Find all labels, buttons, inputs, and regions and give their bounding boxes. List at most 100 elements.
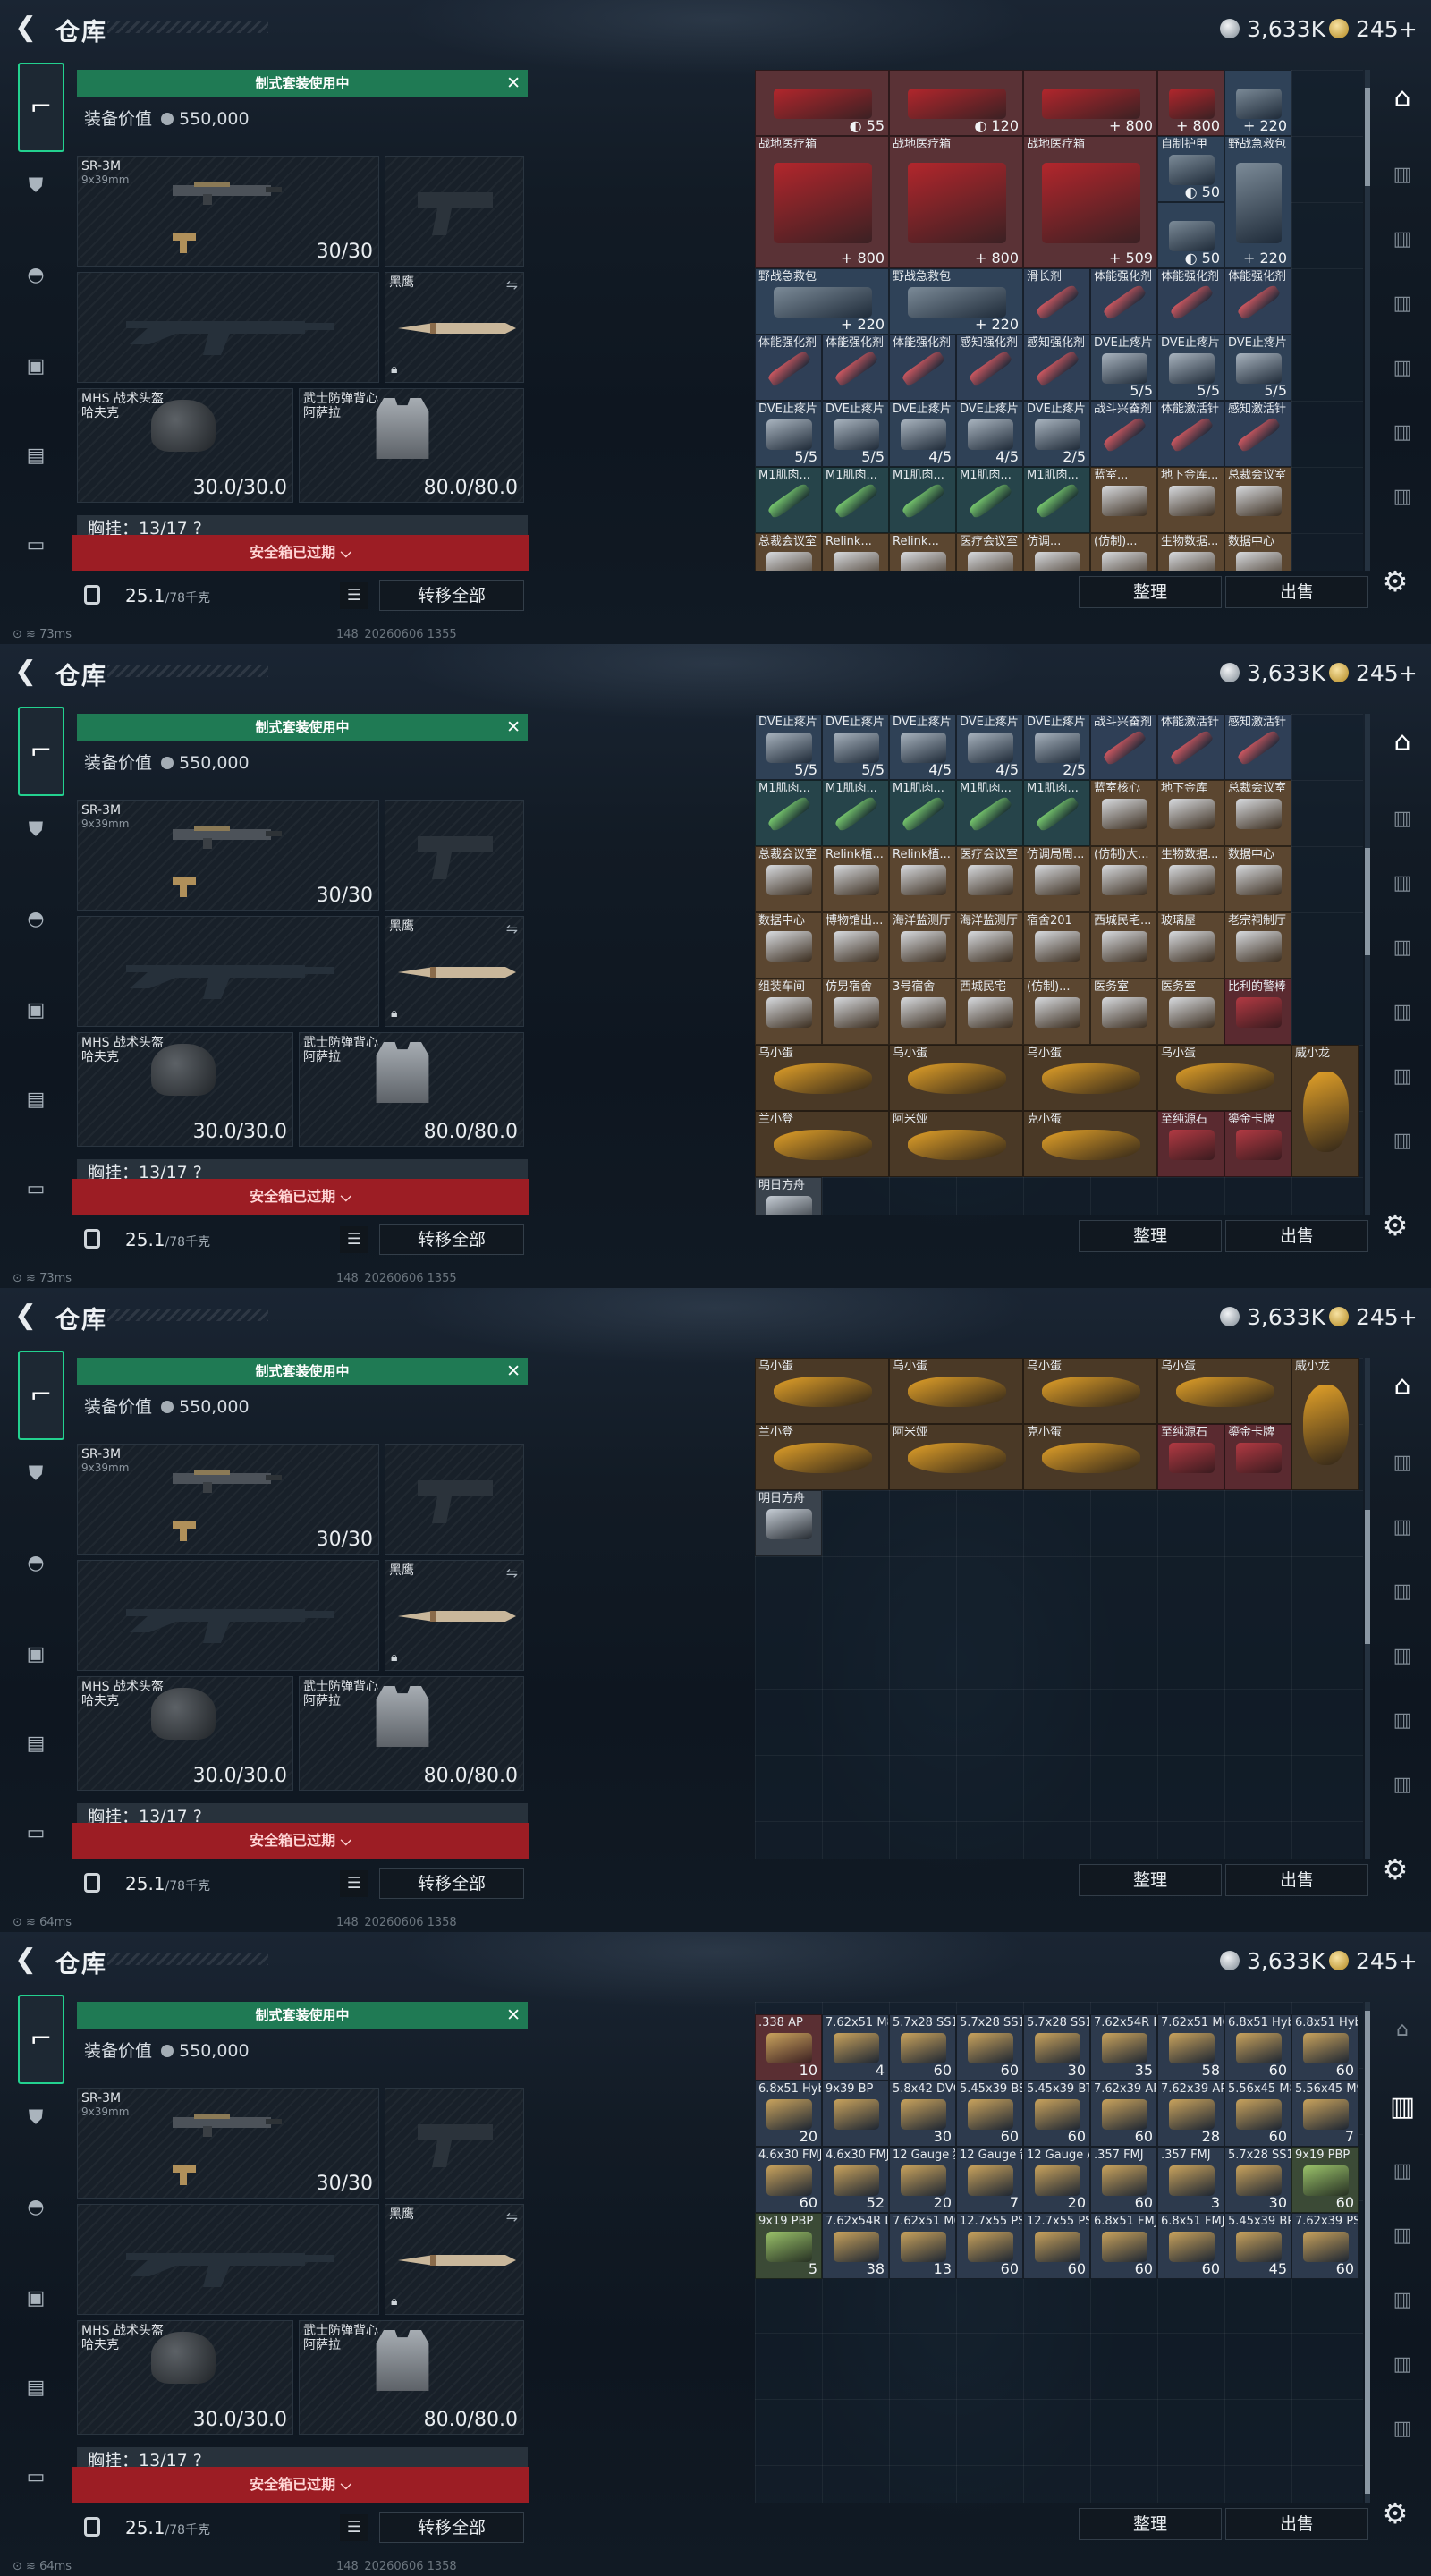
helmet-tab-icon[interactable]: ◓ [20, 903, 52, 936]
swap-icon[interactable]: ⇋ [506, 276, 518, 293]
helmet-tab-icon[interactable]: ◓ [20, 259, 52, 292]
weapon-tab-icon[interactable]: ⌐ [18, 707, 64, 796]
melee-slot[interactable]: 黑鹰 ⇋ 🔒︎ [385, 1560, 524, 1671]
secondary-weapon-slot[interactable] [77, 272, 379, 383]
case-tab-icon[interactable]: ▭ [20, 1818, 52, 1850]
stash-scrollbar[interactable] [1365, 714, 1370, 1215]
stash-item[interactable]: 战地医疗箱 + 800 [889, 136, 1023, 268]
stash-item[interactable]: 7.62x51 M80 4 [822, 2014, 889, 2080]
swap-icon[interactable]: ⇋ [506, 920, 518, 937]
stash-item[interactable]: 12.7x55 PS12A 60 [956, 2213, 1023, 2279]
stash-item[interactable]: ◐ 55 [755, 70, 889, 136]
stash-item[interactable]: 体能强化剂 [1090, 268, 1157, 335]
safebox-expired-banner[interactable]: 安全箱已过期 ⌵ [72, 1823, 529, 1859]
stash-scroll-thumb[interactable] [1365, 848, 1370, 955]
stash-page-5-icon[interactable]: ▥ [1383, 1703, 1422, 1739]
stash-page-1-icon[interactable]: ▥ [1383, 801, 1422, 837]
stash-item[interactable]: 6.8x51 Hybrid 60 [1224, 2014, 1291, 2080]
stash-scrollbar[interactable] [1365, 2002, 1370, 2503]
rig-tab-icon[interactable]: ▤ [20, 2372, 52, 2404]
stash-home-icon[interactable]: ⌂ [1383, 80, 1422, 116]
safebox-expired-banner[interactable]: 安全箱已过期 ⌵ [72, 2467, 529, 2503]
stash-item[interactable]: 鎏金卡牌 [1224, 1424, 1291, 1490]
secondary-weapon-slot[interactable] [77, 2204, 379, 2315]
sort-button[interactable]: 整理 [1079, 576, 1222, 608]
stash-item[interactable]: 总裁会议室 [755, 533, 822, 571]
gold-currency[interactable]: 245+ [1329, 1302, 1418, 1331]
stash-page-6-icon[interactable]: ▥ [1383, 479, 1422, 515]
stash-item[interactable]: M1肌肉... [956, 780, 1023, 846]
stash-item[interactable]: 体能激活针 [1157, 714, 1224, 780]
list-view-icon[interactable]: ☰ [340, 1870, 368, 1897]
stash-item[interactable]: DVE止疼片 5/5 [822, 401, 889, 467]
stash-item[interactable]: 体能激活针 [1157, 401, 1224, 467]
stash-item[interactable]: 乌小蛋 [755, 1358, 889, 1424]
stash-item[interactable]: 6.8x51 Hybrid 60 [1291, 2014, 1359, 2080]
stash-page-1-icon[interactable]: ▥ [1383, 157, 1422, 193]
stash-item[interactable]: 地下金库... [1157, 467, 1224, 533]
stash-scroll-thumb[interactable] [1365, 2011, 1370, 2494]
pistol-slot[interactable] [385, 2088, 524, 2199]
stash-item[interactable]: M1肌肉... [889, 467, 956, 533]
stash-item[interactable]: 4.6x30 FMJ 60 [755, 2147, 822, 2213]
stash-item[interactable]: 体能强化剂 [822, 335, 889, 401]
stash-page-5-icon[interactable]: ▥ [1383, 1059, 1422, 1095]
sell-button[interactable]: 出售 [1225, 2508, 1368, 2540]
secondary-weapon-slot[interactable] [77, 916, 379, 1027]
stash-page-4-icon[interactable]: ▥ [1383, 351, 1422, 386]
list-view-icon[interactable]: ☰ [340, 2514, 368, 2541]
stash-item[interactable]: 5.8x42 DVC12 30 [889, 2080, 956, 2147]
stash-item[interactable]: M1肌肉... [822, 780, 889, 846]
stash-item[interactable]: 3号宿舍 [889, 979, 956, 1045]
stash-page-6-icon[interactable]: ▥ [1383, 1123, 1422, 1159]
transfer-all-button[interactable]: 转移全部 [379, 580, 524, 611]
stash-item[interactable]: 医疗会议室 [956, 533, 1023, 571]
stash-item[interactable]: 7.62x51 M62 13 [889, 2213, 956, 2279]
stash-item[interactable]: ◐ 120 [889, 70, 1023, 136]
stash-item[interactable]: M1肌肉... [822, 467, 889, 533]
stash-item[interactable]: 兰小登 [755, 1111, 889, 1177]
stash-item[interactable]: Relink植... [822, 846, 889, 912]
stash-item[interactable]: 威小龙 [1291, 1045, 1359, 1177]
stash-page-4-icon[interactable]: ▥ [1383, 995, 1422, 1030]
settings-gear-icon[interactable]: ⚙ [1377, 1852, 1413, 1887]
stash-item[interactable]: (仿制)... [1090, 533, 1157, 571]
stash-item[interactable]: 9x19 PBP 5 [755, 2213, 822, 2279]
stash-item[interactable]: 5.45x39 BP 45 [1224, 2213, 1291, 2279]
stash-home-icon[interactable]: ⌂ [1383, 1368, 1422, 1404]
stash-item[interactable]: .357 FMJ 60 [1090, 2147, 1157, 2213]
helmet-slot[interactable]: MHS 战术头盔 哈夫克 30.0/30.0 [77, 2320, 293, 2435]
stash-item[interactable]: DVE止疼片 4/5 [956, 714, 1023, 780]
stash-item[interactable]: 野战急救包 + 220 [755, 268, 889, 335]
stash-item[interactable]: 7.62x39 AP 28 [1157, 2080, 1224, 2147]
stash-page-4-icon[interactable]: ▥ [1383, 1639, 1422, 1674]
stash-item[interactable]: 蓝室... [1090, 467, 1157, 533]
stash-item[interactable]: 鎏金卡牌 [1224, 1111, 1291, 1177]
pistol-slot[interactable] [385, 156, 524, 267]
stash-item[interactable]: 7.62x54R BT 35 [1090, 2014, 1157, 2080]
stash-item[interactable]: M1肌肉... [1023, 467, 1090, 533]
armor-tab-icon[interactable]: ⛊ [20, 814, 52, 846]
stash-item[interactable]: 医务室 [1090, 979, 1157, 1045]
stash-item[interactable]: 4.6x30 FMJ 52 [822, 2147, 889, 2213]
stash-item[interactable]: 感知激活针 [1224, 714, 1291, 780]
stash-page-6-icon[interactable]: ▥ [1383, 2411, 1422, 2447]
stash-item[interactable]: 数据中心 [1224, 533, 1291, 571]
stash-item[interactable]: 阿米娅 [889, 1111, 1023, 1177]
stash-page-4-icon[interactable]: ▥ [1383, 2283, 1422, 2318]
stash-item[interactable]: 乌小蛋 [889, 1358, 1023, 1424]
primary-weapon-slot[interactable]: SR-3M 9x39mm 30/30 [77, 800, 379, 911]
back-arrow-icon[interactable]: ❮ [14, 1302, 41, 1329]
rig-tab-icon[interactable]: ▤ [20, 440, 52, 472]
stash-item[interactable]: 兰小登 [755, 1424, 889, 1490]
stash-item[interactable]: + 800 [1157, 70, 1224, 136]
stash-item[interactable]: 7.62x39 PS 60 [1291, 2213, 1359, 2279]
stash-item[interactable]: 仿调... [1023, 533, 1090, 571]
stash-page-6-icon[interactable]: ▥ [1383, 1767, 1422, 1803]
stash-item[interactable]: DVE止疼片 2/5 [1023, 401, 1090, 467]
stash-item[interactable]: 9x19 PBP 60 [1291, 2147, 1359, 2213]
stash-item[interactable]: 5.7x28 SS193 60 [956, 2014, 1023, 2080]
stash-item[interactable]: 12 Gauge 箭形 7 [956, 2147, 1023, 2213]
pistol-slot[interactable] [385, 800, 524, 911]
stash-item[interactable]: 威小龙 [1291, 1358, 1359, 1490]
